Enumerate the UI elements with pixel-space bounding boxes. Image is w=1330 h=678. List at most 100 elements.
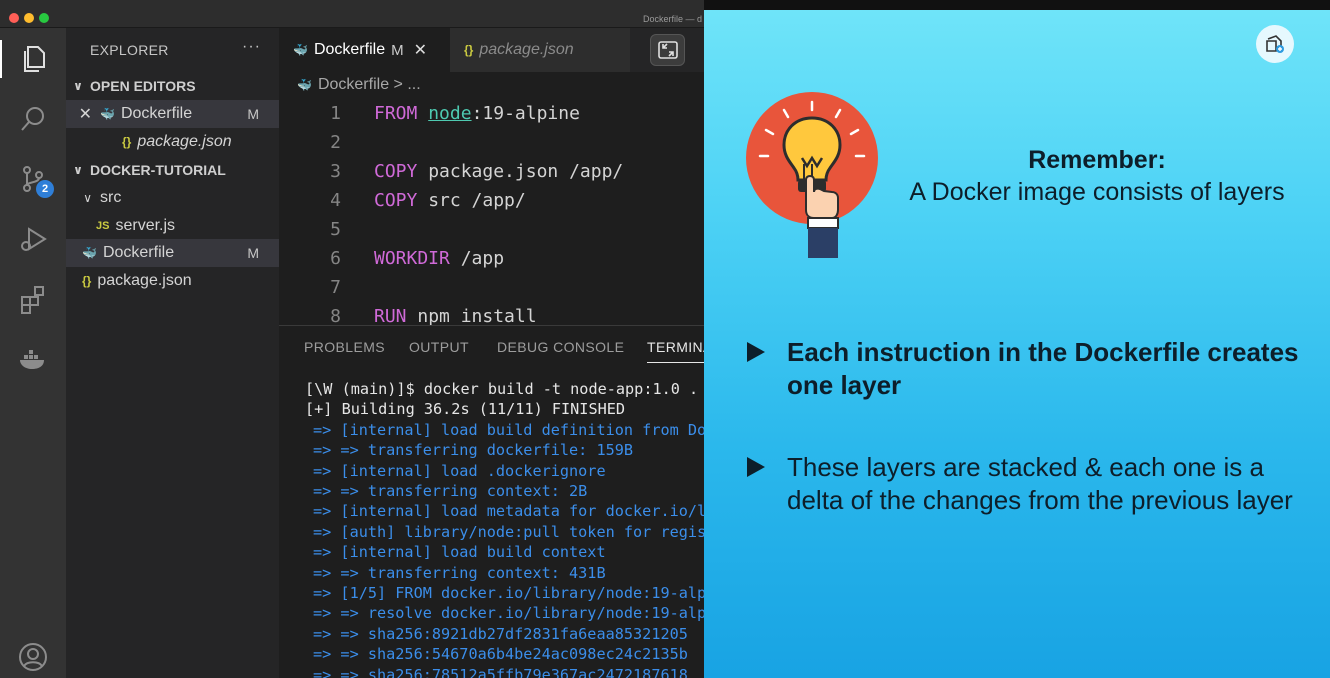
- docker-icon: 🐳: [293, 43, 308, 57]
- editor-tabs: 🐳 Dockerfile M ✕ {} package.json: [279, 28, 704, 72]
- tab-package-json[interactable]: {} package.json: [450, 28, 630, 72]
- line-number: 7: [330, 277, 341, 298]
- terminal-line: => => transferring context: 431B: [313, 563, 606, 582]
- tab-problems[interactable]: PROBLEMS: [304, 339, 385, 355]
- minimize-window-button[interactable]: [24, 13, 34, 23]
- tab-label: package.json: [479, 41, 574, 58]
- bullet-text: These layers are stacked & each one is a…: [787, 452, 1293, 515]
- project-title: DOCKER-TUTORIAL: [90, 162, 226, 178]
- code-line[interactable]: 1 FROM node:19-alpine: [279, 99, 704, 128]
- file-package-json[interactable]: {} package.json: [66, 267, 279, 295]
- modified-mark: M: [247, 106, 259, 122]
- terminal-line: => => sha256:54670a6b4be24ac098ec24c2135…: [313, 645, 688, 664]
- extensions-icon: [21, 286, 44, 314]
- code-text: /app: [449, 248, 505, 269]
- code-keyword: RUN: [374, 306, 407, 327]
- code-line[interactable]: 5: [279, 215, 704, 244]
- code-text: package.json /app/: [417, 161, 624, 182]
- split-editor-button[interactable]: [650, 34, 685, 66]
- tab-dockerfile[interactable]: 🐳 Dockerfile M ✕: [279, 28, 450, 72]
- code-line[interactable]: 6 WORKDIR /app: [279, 244, 704, 273]
- extensions-activity[interactable]: [14, 280, 52, 318]
- code-keyword: COPY: [374, 190, 418, 211]
- javascript-icon: JS: [96, 220, 110, 232]
- terminal-line: [\W (main)]$ docker build -t node-app:1.…: [305, 380, 699, 398]
- terminal-line: => => transferring context: 2B: [313, 482, 588, 500]
- folder-src[interactable]: ∨ src: [66, 184, 279, 212]
- tab-debug-console[interactable]: DEBUG CONSOLE: [497, 339, 624, 355]
- code-keyword: COPY: [374, 161, 418, 182]
- terminal-line: [+] Building 36.2s (11/11) FINISHED: [305, 400, 626, 419]
- bullet-arrow-icon: [747, 457, 765, 477]
- open-editor-dockerfile[interactable]: ✕ 🐳 Dockerfile M: [66, 100, 279, 128]
- source-control-activity[interactable]: 2: [14, 160, 54, 198]
- bullet-text: Each instruction in the Dockerfile creat…: [787, 337, 1299, 400]
- project-section[interactable]: ∨ DOCKER-TUTORIAL: [66, 157, 279, 183]
- tab-label: Dockerfile: [313, 41, 386, 58]
- layout-icon: [657, 41, 678, 59]
- file-server-js[interactable]: JS server.js: [66, 212, 279, 240]
- breadcrumb[interactable]: 🐳 Dockerfile > ...: [297, 76, 421, 94]
- file-dockerfile[interactable]: 🐳 Dockerfile M: [66, 239, 279, 267]
- close-window-button[interactable]: [9, 13, 19, 23]
- file-label: package.json: [97, 272, 192, 289]
- code-line[interactable]: 7: [279, 273, 704, 302]
- copy-icon: [1266, 35, 1284, 53]
- docker-icon: 🐳: [82, 246, 97, 260]
- docker-icon: 🐳: [100, 107, 115, 121]
- terminal-line: => [auth] library/node:pull token for re…: [313, 522, 704, 541]
- explorer-activity[interactable]: [0, 40, 52, 78]
- chevron-down-icon: ∨: [73, 163, 83, 177]
- open-editor-label: Dockerfile: [120, 105, 193, 122]
- open-editor-package-json[interactable]: {} package.json: [66, 128, 279, 156]
- modified-mark: M: [391, 41, 404, 59]
- open-editors-section[interactable]: ∨ OPEN EDITORS: [66, 73, 279, 99]
- line-number: 1: [330, 103, 341, 124]
- terminal-line: => [internal] load build definition from…: [313, 420, 704, 439]
- docker-activity[interactable]: [14, 340, 52, 378]
- accounts-activity[interactable]: [14, 638, 52, 676]
- run-debug-activity[interactable]: [14, 220, 52, 258]
- chevron-down-icon: ∨: [83, 191, 92, 205]
- code-keyword: FROM: [374, 103, 418, 124]
- code-text: :19-alpine: [471, 103, 580, 124]
- terminal-line: => => transferring dockerfile: 159B: [313, 441, 634, 460]
- search-icon: [21, 107, 44, 131]
- bottom-panel: PROBLEMS OUTPUT DEBUG CONSOLE TERMINAL […: [279, 325, 704, 678]
- activity-bar: 2: [0, 28, 66, 678]
- file-label: Dockerfile: [102, 244, 175, 261]
- chevron-down-icon: ∨: [73, 79, 83, 93]
- terminal-line: => [internal] load metadata for docker.i…: [313, 502, 704, 521]
- docker-icon: [20, 350, 44, 369]
- close-icon[interactable]: ✕: [66, 104, 100, 124]
- line-number: 5: [330, 219, 341, 240]
- source-control-badge: 2: [36, 180, 54, 198]
- close-tab-button[interactable]: ✕: [414, 40, 427, 60]
- copy-button[interactable]: [1256, 25, 1294, 63]
- line-number: 2: [330, 132, 341, 153]
- more-actions-button[interactable]: ···: [242, 38, 261, 56]
- code-line[interactable]: 3 COPY package.json /app/: [279, 157, 704, 186]
- video-top-bar: [704, 0, 1330, 10]
- tab-output[interactable]: OUTPUT: [409, 339, 469, 355]
- run-debug-icon: [21, 227, 47, 251]
- editor-area: 🐳 Dockerfile M ✕ {} package.json 🐳 Docker…: [279, 28, 704, 327]
- slide-subtitle: A Docker image consists of layers: [909, 178, 1285, 206]
- slide-panel: Remember: A Docker image consists of lay…: [704, 10, 1330, 678]
- tab-terminal[interactable]: TERMINAL: [647, 339, 704, 363]
- window-titlebar: Dockerfile — d: [0, 0, 704, 28]
- file-label: server.js: [115, 217, 176, 234]
- line-number: 8: [330, 306, 341, 327]
- window-title: Dockerfile — d: [642, 14, 702, 24]
- line-number: 6: [330, 248, 341, 269]
- code-line[interactable]: 4 COPY src /app/: [279, 186, 704, 215]
- explorer-header: EXPLORER: [90, 42, 169, 58]
- json-icon: {}: [122, 135, 132, 149]
- search-activity[interactable]: [14, 100, 52, 138]
- slide-title: Remember:: [1028, 146, 1166, 174]
- line-number: 4: [330, 190, 341, 211]
- terminal-line: => => resolve docker.io/library/node:19-…: [313, 604, 704, 623]
- code-line[interactable]: 2: [279, 128, 704, 157]
- maximize-window-button[interactable]: [39, 13, 49, 23]
- line-number: 3: [330, 161, 341, 182]
